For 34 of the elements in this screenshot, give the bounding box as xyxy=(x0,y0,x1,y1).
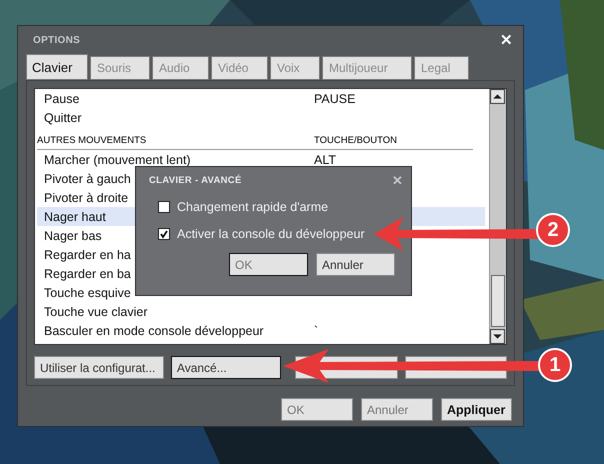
action-label: Marcher (mouvement lent) xyxy=(44,152,191,166)
action-button[interactable]: Avancé... xyxy=(170,356,282,379)
scroll-up-icon[interactable] xyxy=(490,89,505,104)
dialog-title: CLAVIER - AVANCÉ xyxy=(149,174,242,186)
tab[interactable]: Clavier xyxy=(26,54,88,80)
checkbox[interactable] xyxy=(158,228,170,240)
action-label: Basculer en mode console développeur xyxy=(44,324,264,338)
binding-row[interactable]: Basculer en mode console développeur ` xyxy=(37,321,485,340)
action-label: Quitter xyxy=(44,110,82,124)
dialog-button[interactable]: Annuler xyxy=(316,253,395,276)
binding-row[interactable]: Pause PAUSE xyxy=(37,89,485,108)
checkbox[interactable] xyxy=(158,200,170,212)
key-label: ALT xyxy=(314,152,336,166)
dialog-button[interactable]: Appliquer xyxy=(441,398,512,421)
option-label: Activer la console du développeur xyxy=(177,226,365,240)
window-title: OPTIONS xyxy=(33,34,80,46)
action-label: Pause xyxy=(44,92,80,106)
key-label: ` xyxy=(314,324,318,338)
scrollbar[interactable] xyxy=(489,89,506,344)
action-button[interactable]: Utiliser la configurat... xyxy=(34,356,164,379)
binding-row[interactable]: Touche vue clavier xyxy=(37,302,485,321)
binding-row[interactable]: Quitter xyxy=(37,108,485,127)
close-button[interactable]: ✕ xyxy=(498,31,515,49)
scroll-down-icon[interactable] xyxy=(490,329,505,344)
action-label: Touche esquive xyxy=(44,286,131,300)
binding-row[interactable]: Marcher (mouvement lent) ALT xyxy=(37,150,485,169)
key-label: PAUSE xyxy=(314,92,356,106)
section-header: AUTRES MOUVEMENTS xyxy=(37,135,146,146)
action-label: Nager haut xyxy=(44,210,106,224)
action-label: Regarder en ha xyxy=(44,248,131,262)
action-label: Touche vue clavier xyxy=(44,304,148,318)
option-label: Changement rapide d'arme xyxy=(177,200,328,214)
column-header: TOUCHE/BOUTON xyxy=(314,135,398,146)
scroll-thumb[interactable] xyxy=(491,275,505,327)
